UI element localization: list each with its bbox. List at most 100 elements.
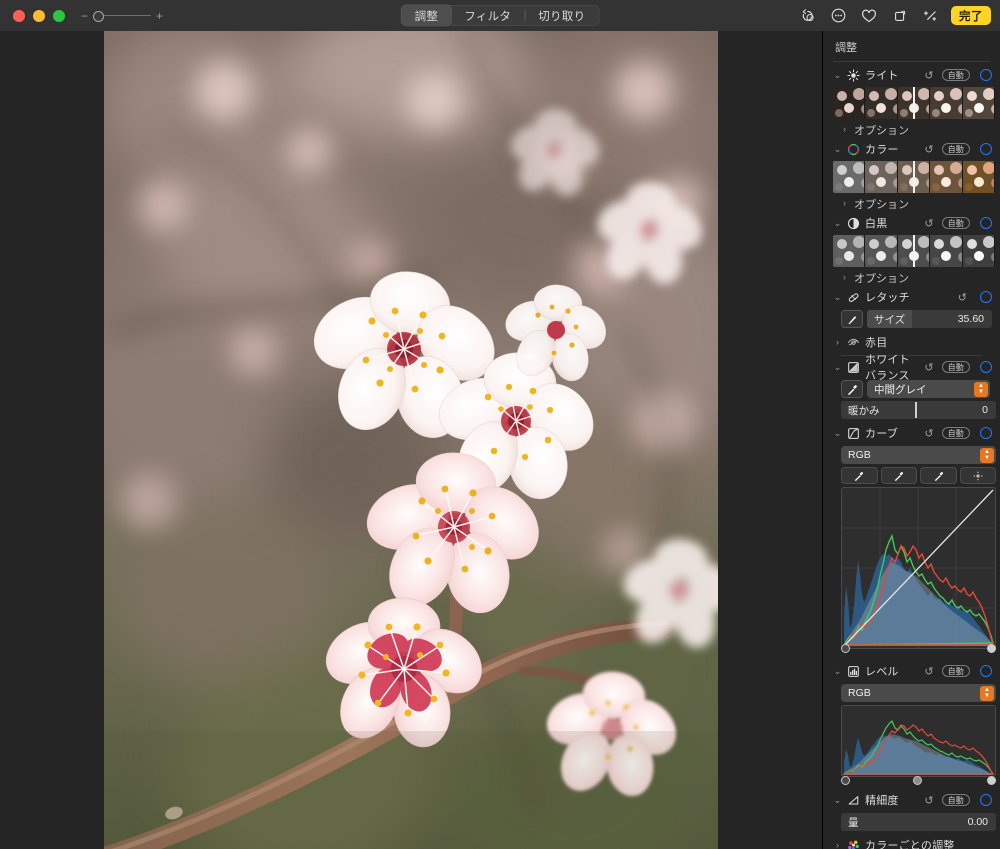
revert-to-original-icon[interactable]: i xyxy=(796,5,818,27)
section-blackwhite-header[interactable]: ⌄ 白黒 ↺ 自動 xyxy=(831,212,992,234)
auto-button[interactable]: 自動 xyxy=(941,794,970,806)
bw-strip-marker[interactable] xyxy=(913,235,915,267)
revert-icon[interactable]: ↺ xyxy=(924,143,933,156)
tab-filters[interactable]: フィルタ xyxy=(451,5,524,26)
section-levels-header[interactable]: ⌄ レベル ↺ 自動 xyxy=(831,660,992,682)
warmth-knob[interactable] xyxy=(915,402,918,418)
eyedropper-black-icon[interactable] xyxy=(841,467,878,484)
light-thumb[interactable] xyxy=(833,87,866,119)
done-button[interactable]: 完了 xyxy=(951,6,991,25)
blackwhite-preview-strip[interactable] xyxy=(833,235,995,267)
zoom-out-icon[interactable]: − xyxy=(81,10,88,22)
section-levels-toggle[interactable] xyxy=(980,665,992,677)
revert-icon[interactable]: ↺ xyxy=(924,217,933,230)
color-thumb[interactable] xyxy=(833,161,866,193)
color-thumb[interactable] xyxy=(962,161,995,193)
color-thumb[interactable] xyxy=(865,161,898,193)
section-color-header[interactable]: ⌄ カラー ↺ 自動 xyxy=(831,138,992,160)
revert-icon[interactable]: ↺ xyxy=(958,291,967,304)
section-curves-header[interactable]: ⌄ カーブ ↺ 自動 xyxy=(831,422,992,444)
color-strip-marker[interactable] xyxy=(913,161,915,193)
chevron-down-icon[interactable]: ⌄ xyxy=(833,362,842,372)
retouch-size-slider[interactable]: サイズ 35.60 xyxy=(867,310,992,328)
chevron-down-icon[interactable]: ⌄ xyxy=(833,666,842,676)
curves-white-point-handle[interactable] xyxy=(987,644,996,653)
color-preview-strip[interactable] xyxy=(833,161,995,193)
revert-icon[interactable]: ↺ xyxy=(924,361,933,374)
chevron-updown-icon[interactable]: ▲ ▼ xyxy=(980,447,994,463)
chevron-updown-icon[interactable]: ▲ ▼ xyxy=(980,685,994,701)
chevron-right-icon[interactable]: › xyxy=(840,199,849,208)
section-blackwhite-toggle[interactable] xyxy=(980,217,992,229)
bw-thumb[interactable] xyxy=(865,235,898,267)
chevron-right-icon[interactable]: › xyxy=(833,840,842,849)
whitebalance-mode-select[interactable]: 中間グレイ ▲ ▼ xyxy=(867,380,990,398)
auto-button[interactable]: 自動 xyxy=(941,361,970,373)
zoom-in-icon[interactable]: + xyxy=(156,10,163,22)
tab-adjust[interactable]: 調整 xyxy=(401,5,452,26)
section-light-header[interactable]: ⌄ ライト ↺ 自動 xyxy=(831,64,992,86)
section-whitebalance-toggle[interactable] xyxy=(980,361,992,373)
color-thumb[interactable] xyxy=(930,161,963,193)
curves-black-point-handle[interactable] xyxy=(841,644,850,653)
light-thumb[interactable] xyxy=(865,87,898,119)
brush-icon[interactable] xyxy=(841,310,863,328)
bw-thumb[interactable] xyxy=(962,235,995,267)
chevron-down-icon[interactable]: ⌄ xyxy=(833,428,842,438)
chevron-right-icon[interactable]: › xyxy=(840,125,849,134)
revert-icon[interactable]: ↺ xyxy=(924,665,933,678)
section-redeye-header[interactable]: › 赤目 xyxy=(831,331,992,353)
eyedropper-icon[interactable] xyxy=(841,380,863,398)
eyedropper-gray-icon[interactable] xyxy=(880,467,918,484)
add-point-icon[interactable] xyxy=(960,467,997,484)
curves-histogram-graph[interactable] xyxy=(841,487,996,649)
curves-channel-select[interactable]: RGB ▲ ▼ xyxy=(841,446,996,464)
auto-button[interactable]: 自動 xyxy=(941,217,970,229)
chevron-down-icon[interactable]: ⌄ xyxy=(833,292,842,302)
chevron-down-icon[interactable]: ⌄ xyxy=(833,144,842,154)
zoom-slider-control[interactable]: − + xyxy=(81,9,163,23)
levels-white-point-handle[interactable] xyxy=(987,776,996,785)
levels-black-point-handle[interactable] xyxy=(841,776,850,785)
light-preview-strip[interactable] xyxy=(833,87,995,119)
eyedropper-white-icon[interactable] xyxy=(920,467,958,484)
levels-histogram-graph[interactable] xyxy=(841,705,996,777)
minimize-button[interactable] xyxy=(33,9,45,22)
section-curves-toggle[interactable] xyxy=(980,427,992,439)
zoom-slider-track[interactable] xyxy=(93,9,152,23)
auto-button[interactable]: 自動 xyxy=(941,665,970,677)
light-thumb[interactable] xyxy=(962,87,995,119)
definition-amount-slider[interactable]: 量 0.00 xyxy=(841,813,996,831)
auto-button[interactable]: 自動 xyxy=(941,69,970,81)
auto-button[interactable]: 自動 xyxy=(941,427,970,439)
warmth-slider[interactable]: 暖かみ 0 xyxy=(841,401,996,419)
tab-crop[interactable]: 切り取り xyxy=(525,5,598,26)
section-light-toggle[interactable] xyxy=(980,69,992,81)
favorite-heart-icon[interactable] xyxy=(858,5,880,27)
revert-icon[interactable]: ↺ xyxy=(924,69,933,82)
color-options-row[interactable]: › オプション xyxy=(831,195,992,212)
section-definition-header[interactable]: ⌄ 精細度 ↺ 自動 xyxy=(831,789,992,811)
section-whitebalance-header[interactable]: ⌄ ホワイトバランス ↺ 自動 xyxy=(831,354,992,382)
light-options-row[interactable]: › オプション xyxy=(831,121,992,138)
chevron-down-icon[interactable]: ⌄ xyxy=(833,70,842,80)
chevron-updown-icon[interactable]: ▲ ▼ xyxy=(974,381,988,397)
chevron-right-icon[interactable]: › xyxy=(840,273,849,282)
close-button[interactable] xyxy=(13,9,25,22)
light-thumb[interactable] xyxy=(930,87,963,119)
bw-thumb[interactable] xyxy=(930,235,963,267)
auto-button[interactable]: 自動 xyxy=(941,143,970,155)
section-color-toggle[interactable] xyxy=(980,143,992,155)
revert-icon[interactable]: ↺ xyxy=(924,794,933,807)
section-definition-toggle[interactable] xyxy=(980,794,992,806)
revert-icon[interactable]: ↺ xyxy=(924,427,933,440)
zoom-slider-knob[interactable] xyxy=(93,10,105,22)
rotate-icon[interactable] xyxy=(889,5,911,27)
section-retouch-toggle[interactable] xyxy=(980,291,992,303)
chevron-right-icon[interactable]: › xyxy=(833,337,842,347)
levels-mid-point-handle[interactable] xyxy=(913,776,922,785)
chevron-down-icon[interactable]: ⌄ xyxy=(833,795,842,805)
more-options-icon[interactable] xyxy=(827,5,849,27)
zoom-button[interactable] xyxy=(53,9,65,22)
auto-enhance-wand-icon[interactable] xyxy=(920,5,942,27)
